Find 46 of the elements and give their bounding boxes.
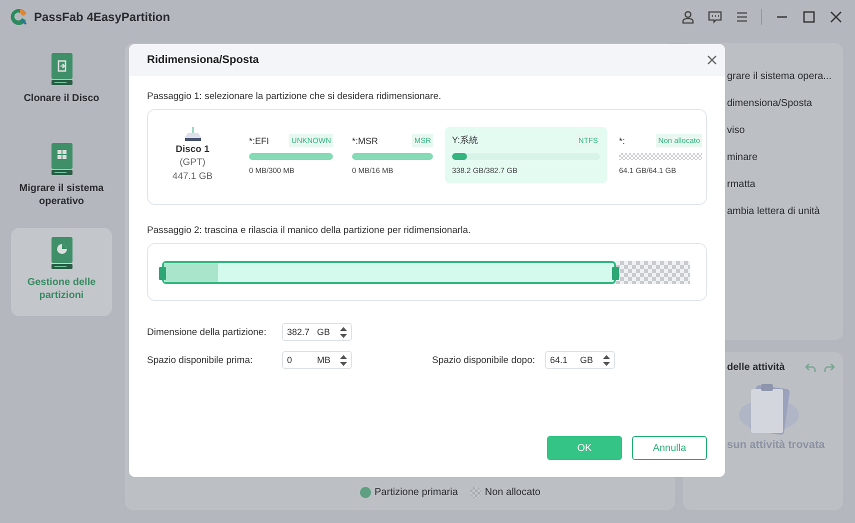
menu-item[interactable]: rmatta bbox=[727, 179, 843, 195]
legend-label: Partizione primaria bbox=[374, 487, 458, 498]
field-label: Dimensione della partizione: bbox=[147, 326, 268, 338]
chat-icon[interactable] bbox=[708, 10, 722, 24]
disk-icon bbox=[184, 127, 202, 143]
logo-icon bbox=[10, 8, 28, 26]
resize-handle[interactable] bbox=[612, 267, 620, 280]
field-label: Spazio disponibile dopo: bbox=[432, 354, 536, 366]
sidebar-item[interactable]: Migrare il sistema operativo bbox=[11, 138, 112, 218]
resize-handle[interactable] bbox=[159, 267, 166, 280]
spin-arrows-icon[interactable] bbox=[340, 326, 347, 338]
panel-title: delle attività bbox=[727, 362, 786, 373]
sidebar-item[interactable]: Clonare il Disco bbox=[11, 48, 112, 128]
drive-icon bbox=[50, 236, 74, 270]
spin-arrows-icon[interactable] bbox=[603, 354, 610, 366]
number-field[interactable]: 0 MB bbox=[282, 351, 352, 369]
legend-swatch bbox=[360, 487, 371, 498]
number-field[interactable]: 64.1 GB bbox=[545, 351, 615, 369]
partition-name: *: bbox=[619, 136, 626, 146]
menu-item[interactable]: ambia lettera di unità bbox=[727, 206, 843, 222]
disk-size: 447.1 GB bbox=[172, 170, 213, 183]
menu-item[interactable]: minare bbox=[727, 152, 843, 168]
disk-style: (GPT) bbox=[180, 156, 206, 170]
spin-arrows-icon[interactable] bbox=[340, 354, 347, 366]
drive-icon bbox=[50, 142, 74, 176]
dialog-title: Ridimensiona/Sposta bbox=[147, 54, 260, 66]
field-label: Spazio disponibile prima: bbox=[147, 354, 254, 366]
close-icon[interactable] bbox=[829, 10, 843, 24]
legend-label: Non allocato bbox=[484, 487, 540, 498]
disk-name: Disco 1 bbox=[176, 143, 210, 156]
partition-name: Y:系統 bbox=[452, 134, 478, 147]
menu-item[interactable]: dimensiona/Sposta bbox=[727, 98, 843, 114]
menu-icon[interactable] bbox=[735, 10, 749, 24]
number-field[interactable]: 382.7 GB bbox=[282, 323, 352, 341]
partition-name: *:EFI bbox=[249, 136, 270, 146]
step-instruction: Passaggio 2: trascina e rilascia il manico della partizione per ridimensionarla. bbox=[147, 225, 472, 236]
drive-icon bbox=[50, 52, 74, 86]
menu-item[interactable]: grare il sistema opera... bbox=[727, 71, 843, 87]
legend-swatch bbox=[470, 487, 481, 498]
close-icon[interactable] bbox=[707, 55, 717, 65]
menu-item[interactable]: viso bbox=[727, 125, 843, 141]
step-instruction: Passaggio 1: selezionare la partizione che si desidera ridimensionare. bbox=[147, 91, 442, 102]
user-icon[interactable] bbox=[681, 10, 695, 24]
maximize-icon[interactable] bbox=[802, 10, 816, 24]
partition-name: *:MSR bbox=[352, 136, 378, 146]
app-title: PassFab 4EasyPartition bbox=[34, 10, 170, 24]
